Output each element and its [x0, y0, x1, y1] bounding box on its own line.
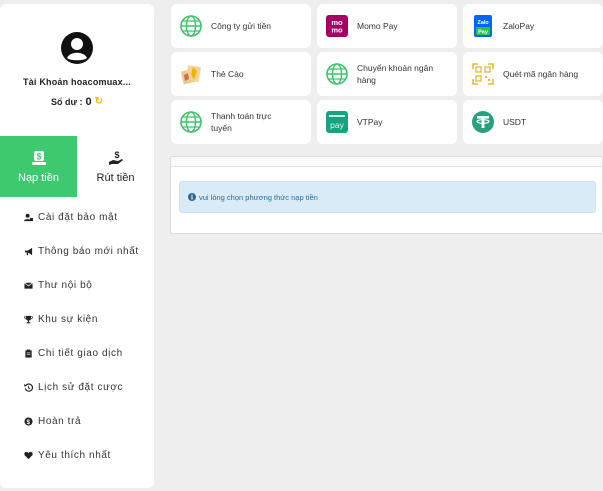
- payment-card-company-deposit[interactable]: Công ty gửi tiền: [171, 4, 311, 48]
- menu-item-announcements[interactable]: Thông báo mới nhất: [0, 234, 154, 268]
- globe-icon: [180, 111, 202, 133]
- svg-text:$: $: [36, 151, 41, 161]
- svg-text:$: $: [114, 150, 119, 160]
- history-icon: [23, 382, 33, 392]
- menu-item-events[interactable]: Khu sự kiện: [0, 302, 154, 336]
- payment-card-bank-qr[interactable]: Quét mã ngân hàng: [463, 52, 603, 96]
- withdraw-icon: $: [108, 150, 123, 165]
- payment-card-zalopay[interactable]: Zalo Pay ZaloPay: [463, 4, 603, 48]
- payment-card-label: Công ty gửi tiền: [211, 21, 272, 31]
- scratch-card-icon: [181, 65, 201, 85]
- globe-icon: [326, 63, 348, 85]
- user-avatar-icon: [61, 32, 93, 64]
- svg-text:Zalo: Zalo: [477, 20, 489, 26]
- tab-withdraw[interactable]: $ Rút tiền: [77, 136, 154, 197]
- menu-item-favorites[interactable]: Yêu thích nhất: [0, 438, 154, 472]
- menu-item-label: Lịch sử đặt cược: [38, 381, 124, 393]
- info-icon: [188, 193, 196, 201]
- menu-item-label: Cài đặt bảo mật: [38, 211, 118, 223]
- svg-text:Pay: Pay: [478, 30, 489, 36]
- payment-card-vtpay[interactable]: pay VTPay: [317, 100, 457, 144]
- payment-card-label: Thanh toán trực tuyến: [211, 111, 272, 133]
- refresh-icon[interactable]: ↻: [95, 97, 103, 107]
- heart-icon: [23, 450, 33, 460]
- deposit-panel: vui lòng chọn phương thức nạp tiền: [170, 156, 603, 234]
- momo-icon: mo mo: [326, 15, 348, 37]
- payment-card-label: Chuyển khoản ngân hàng: [357, 63, 434, 85]
- tab-deposit[interactable]: $ Nạp tiền: [0, 136, 77, 197]
- menu-item-rebate[interactable]: $ Hoàn trả: [0, 404, 154, 438]
- tab-withdraw-label: Rút tiền: [96, 171, 135, 184]
- profile-section: Tài Khoản hoacomuax... Số dư : 0 ↻: [0, 4, 154, 136]
- payment-card-label: Thẻ Cào: [211, 69, 244, 79]
- trophy-icon: [23, 314, 33, 324]
- bullhorn-icon: [23, 246, 33, 256]
- info-alert: vui lòng chọn phương thức nạp tiền: [179, 181, 596, 213]
- payment-card-label: VTPay: [357, 117, 383, 127]
- tab-deposit-label: Nạp tiền: [18, 171, 59, 184]
- payment-card-label: Quét mã ngân hàng: [503, 69, 579, 79]
- balance-value: 0: [85, 96, 92, 108]
- payment-card-bank-transfer[interactable]: Chuyển khoản ngân hàng: [317, 52, 457, 96]
- dollar-coin-icon: $: [23, 416, 33, 426]
- svg-text:pay: pay: [330, 120, 344, 130]
- account-sidebar: Tài Khoản hoacomuax... Số dư : 0 ↻ $ Nạp…: [0, 4, 154, 488]
- account-menu: Cài đặt bảo mật Thông báo mới nhất Thư n…: [0, 200, 154, 472]
- menu-item-label: Yêu thích nhất: [38, 449, 111, 461]
- envelope-icon: [23, 280, 33, 290]
- svg-text:$: $: [26, 418, 30, 425]
- payment-card-label: Momo Pay: [357, 21, 398, 31]
- menu-item-transactions[interactable]: Chi tiết giao dịch: [0, 336, 154, 370]
- vtpay-icon: pay: [326, 111, 348, 133]
- balance-label: Số dư :: [50, 97, 83, 107]
- tether-icon: [472, 111, 494, 133]
- funds-tabs: $ Nạp tiền $ Rút tiền: [0, 136, 154, 197]
- payment-card-momo[interactable]: mo mo Momo Pay: [317, 4, 457, 48]
- menu-item-security[interactable]: Cài đặt bảo mật: [0, 200, 154, 234]
- payment-card-label: USDT: [503, 117, 527, 127]
- qr-scan-icon: [472, 63, 494, 85]
- globe-icon: [180, 15, 202, 37]
- menu-item-bet-history[interactable]: Lịch sử đặt cược: [0, 370, 154, 404]
- user-lock-icon: [23, 212, 33, 222]
- payment-card-label: ZaloPay: [503, 21, 535, 31]
- payment-card-scratch-card[interactable]: Thẻ Cào: [171, 52, 311, 96]
- deposit-icon: $: [31, 150, 46, 165]
- account-name: Tài Khoản hoacomuax...: [23, 77, 131, 87]
- panel-header: [171, 157, 602, 167]
- info-alert-text: vui lòng chọn phương thức nạp tiền: [199, 192, 318, 202]
- zalopay-icon: Zalo Pay: [474, 15, 492, 37]
- menu-item-label: Thư nội bộ: [38, 279, 93, 291]
- menu-item-label: Chi tiết giao dịch: [38, 347, 123, 359]
- svg-text:mo: mo: [331, 26, 343, 35]
- menu-item-label: Thông báo mới nhất: [38, 245, 139, 257]
- payment-card-online-payment[interactable]: Thanh toán trực tuyến: [171, 100, 311, 144]
- payment-card-usdt[interactable]: USDT: [463, 100, 603, 144]
- menu-item-label: Hoàn trả: [38, 415, 82, 427]
- menu-item-label: Khu sự kiện: [38, 313, 98, 325]
- balance-row: Số dư : 0 ↻: [51, 96, 103, 108]
- menu-item-inbox[interactable]: Thư nội bộ: [0, 268, 154, 302]
- clipboard-icon: [23, 348, 33, 358]
